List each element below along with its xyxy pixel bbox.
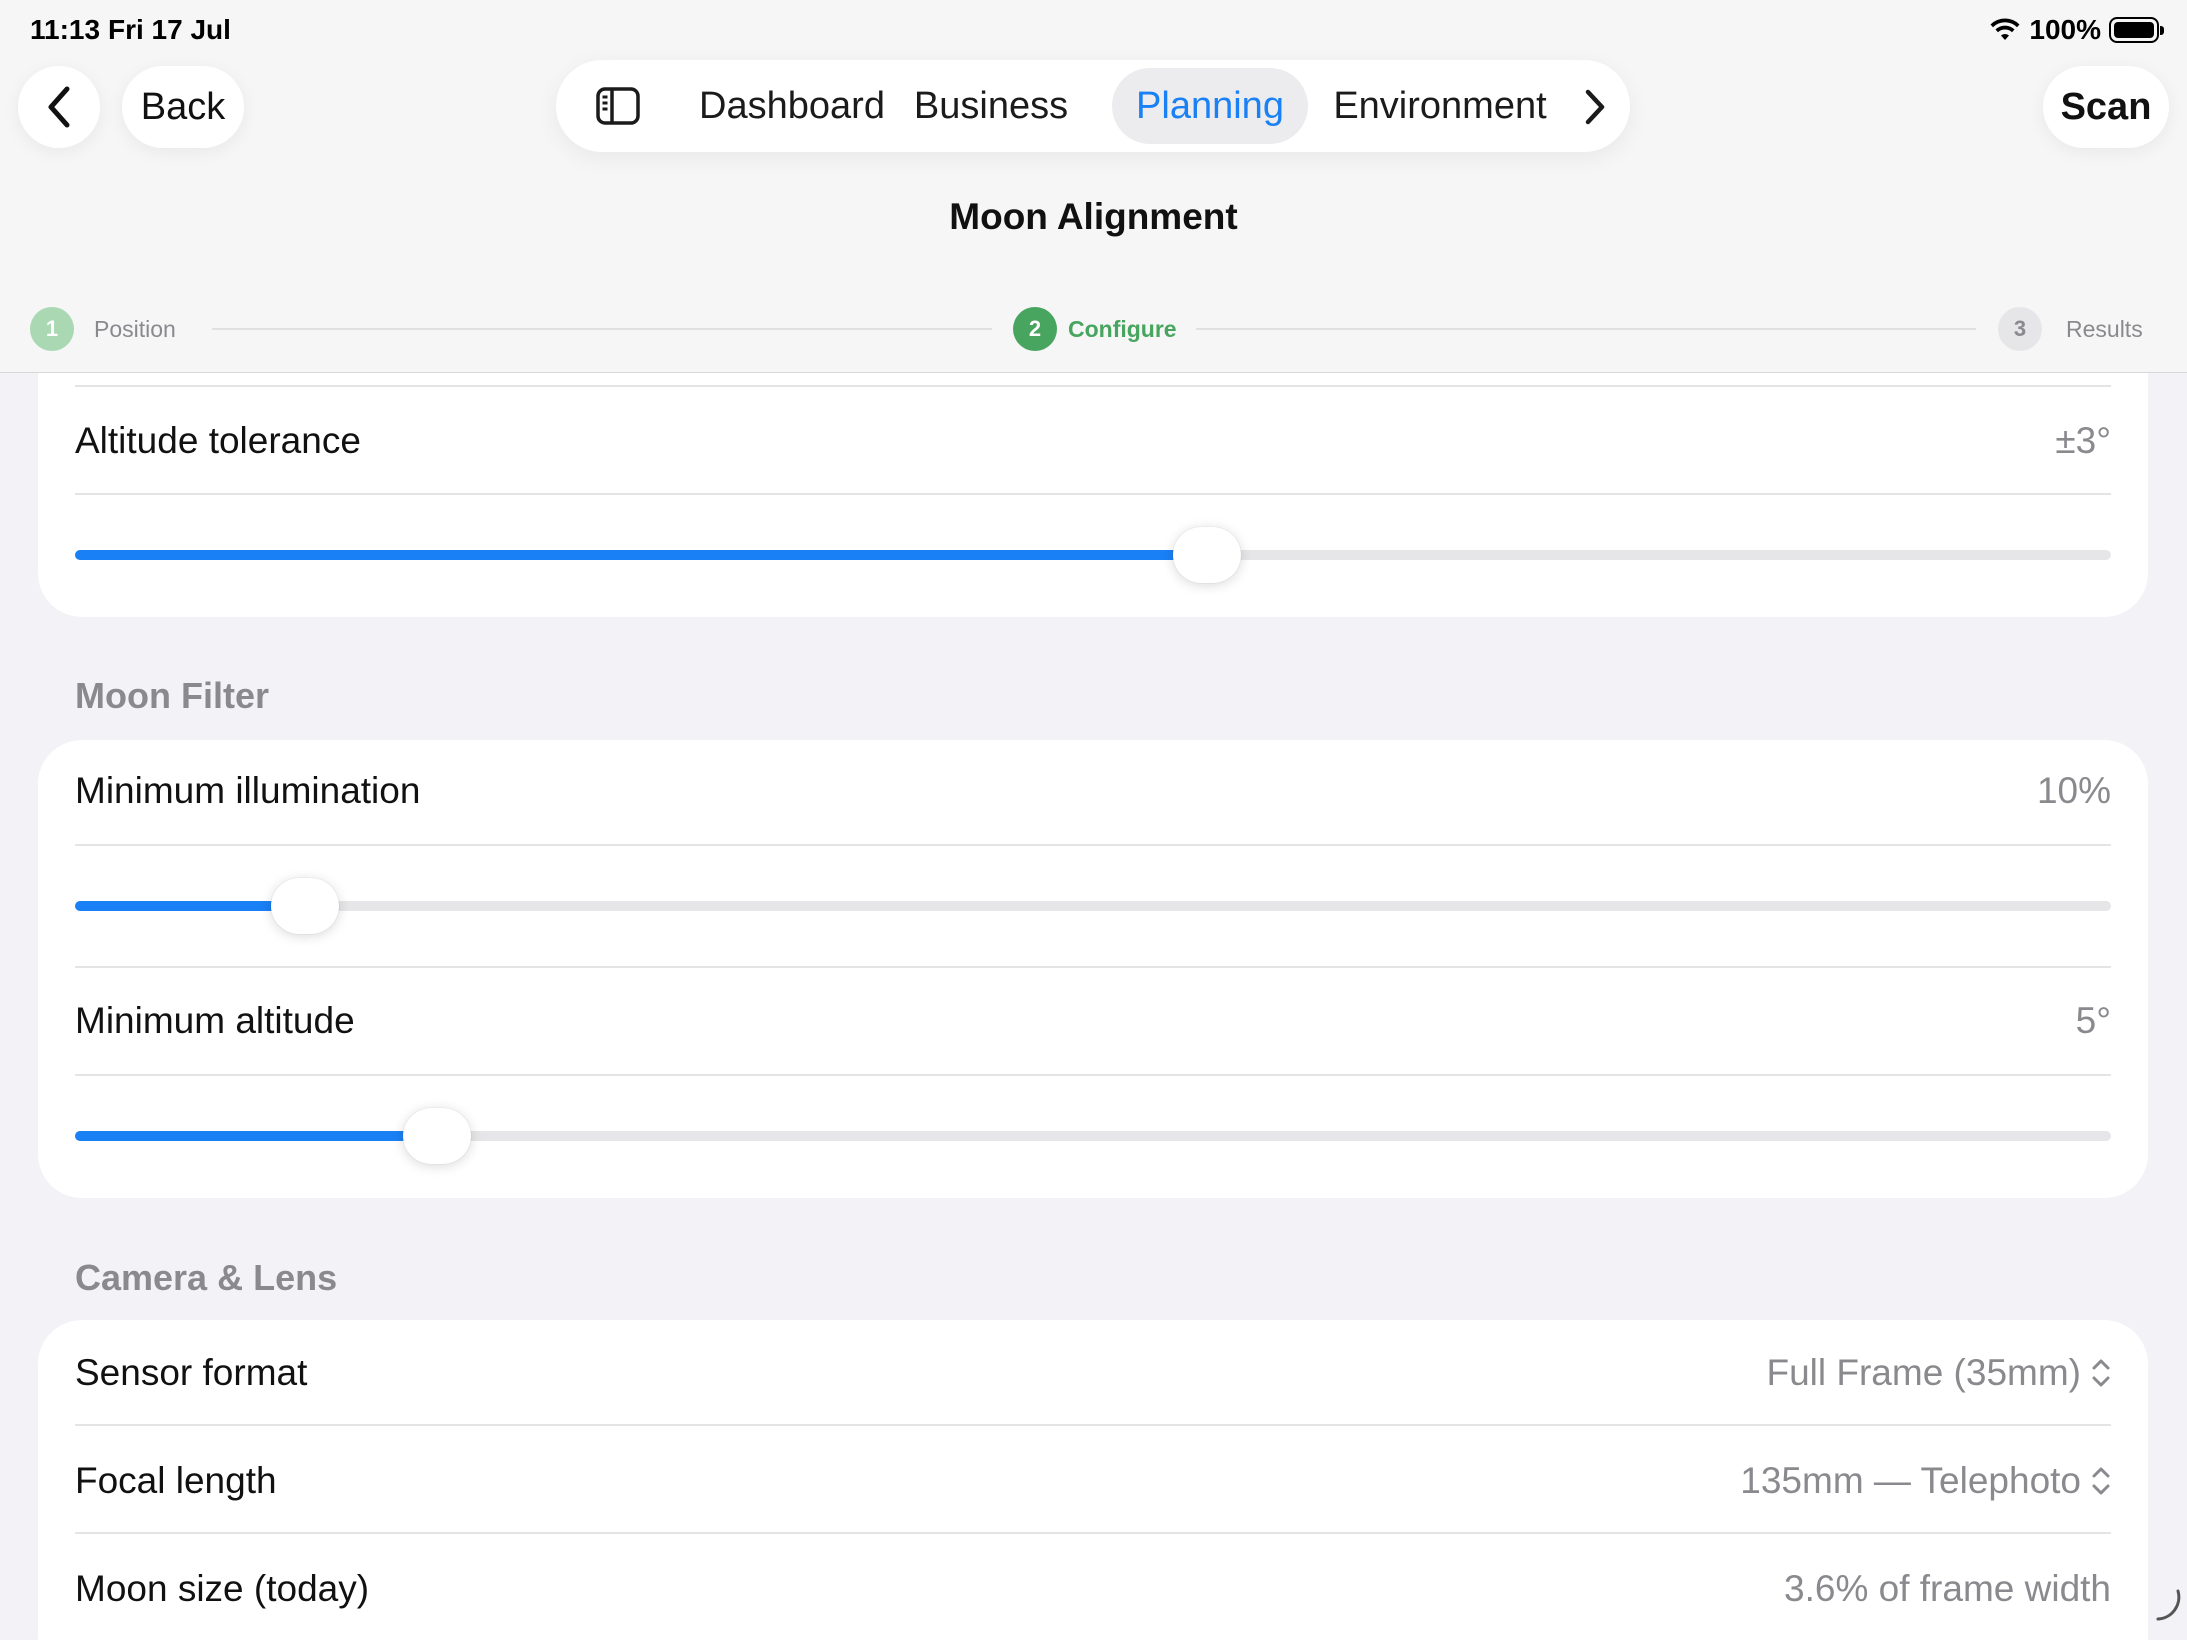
status-bar: 11:13 Fri 17 Jul 100% (0, 0, 2187, 60)
min-illumination-label: Minimum illumination (75, 770, 421, 811)
min-altitude-slider[interactable] (75, 1108, 2111, 1164)
alignment-card: Altitude tolerance ±3° (38, 330, 2148, 617)
sidebar-toggle-icon[interactable] (596, 86, 640, 126)
chevron-right-icon[interactable] (1580, 88, 1610, 126)
status-right: 100% (1989, 14, 2164, 46)
camera-lens-header: Camera & Lens (75, 1257, 338, 1298)
tab-environment[interactable]: Environment (1326, 68, 1554, 144)
step-connector-2 (1196, 328, 1976, 330)
tab-dashboard[interactable]: Dashboard (692, 68, 892, 144)
focal-length-value: 135mm — Telephoto (1740, 1460, 2081, 1501)
slider-thumb[interactable] (1173, 527, 1242, 583)
chevron-up-down-icon (2092, 1467, 2110, 1495)
moon-filter-card: Minimum illumination 10% Minimum altitud… (38, 740, 2148, 1198)
back-button[interactable]: Back (122, 66, 244, 148)
page-title: Moon Alignment (949, 196, 1238, 237)
divider (75, 1074, 2111, 1076)
divider (75, 493, 2111, 495)
moon-size-value: 3.6% of frame width (1784, 1568, 2111, 1609)
slider-thumb[interactable] (403, 1108, 472, 1164)
sensor-format-value: Full Frame (35mm) (1766, 1352, 2081, 1393)
app-root: 11:13 Fri 17 Jul 100% Back Dashboard Bus… (0, 0, 2187, 1640)
slider-fill (75, 550, 1208, 560)
battery-fill (2114, 22, 2154, 38)
min-altitude-value: 5° (2075, 1000, 2111, 1041)
min-illumination-slider[interactable] (75, 878, 2111, 934)
divider (75, 385, 2111, 387)
divider (75, 966, 2111, 968)
step-3-circle: 3 (1998, 307, 2042, 351)
battery-icon (2109, 17, 2164, 43)
sensor-format-label: Sensor format (75, 1352, 308, 1393)
status-date: Fri 17 Jul (108, 14, 231, 45)
wifi-icon (1990, 18, 2020, 40)
loading-spinner-icon (2156, 1589, 2181, 1621)
status-time: 11:13 (30, 14, 101, 45)
camera-lens-card: Sensor format Full Frame (35mm) Focal le… (38, 1320, 2148, 1640)
focal-length-label: Focal length (75, 1460, 277, 1501)
slider-fill (75, 1131, 438, 1141)
altitude-tolerance-value: ±3° (2055, 420, 2111, 461)
back-chevron-button[interactable] (18, 66, 100, 148)
moon-filter-header: Moon Filter (75, 675, 269, 716)
scan-button[interactable]: Scan (2043, 66, 2169, 148)
divider (75, 1424, 2111, 1426)
step-1-label: Position (94, 316, 176, 342)
tab-business[interactable]: Business (906, 68, 1076, 144)
divider (75, 1532, 2111, 1534)
min-altitude-label: Minimum altitude (75, 1000, 355, 1041)
top-header: 11:13 Fri 17 Jul 100% Back Dashboard Bus… (0, 0, 2187, 373)
chevron-up-down-icon (2092, 1359, 2110, 1387)
altitude-tolerance-label: Altitude tolerance (75, 420, 361, 461)
step-1-circle: 1 (30, 307, 74, 351)
altitude-tolerance-slider[interactable] (75, 527, 2111, 583)
step-2-circle: 2 (1013, 307, 1057, 351)
divider (75, 844, 2111, 846)
step-2-label: Configure (1068, 316, 1177, 342)
tab-planning[interactable]: Planning (1112, 68, 1308, 144)
step-3-label: Results (2066, 316, 2143, 342)
min-illumination-value: 10% (2036, 770, 2111, 811)
tab-bar: Dashboard Business Planning Environment (556, 60, 1630, 152)
sensor-format-select[interactable]: Full Frame (35mm) (1766, 1352, 2111, 1394)
focal-length-select[interactable]: 135mm — Telephoto (1740, 1460, 2111, 1502)
slider-thumb[interactable] (271, 878, 340, 934)
moon-size-label: Moon size (today) (75, 1568, 370, 1609)
battery-percentage: 100% (2029, 14, 2101, 45)
chevron-left-icon (48, 86, 70, 128)
step-connector-1 (212, 328, 992, 330)
